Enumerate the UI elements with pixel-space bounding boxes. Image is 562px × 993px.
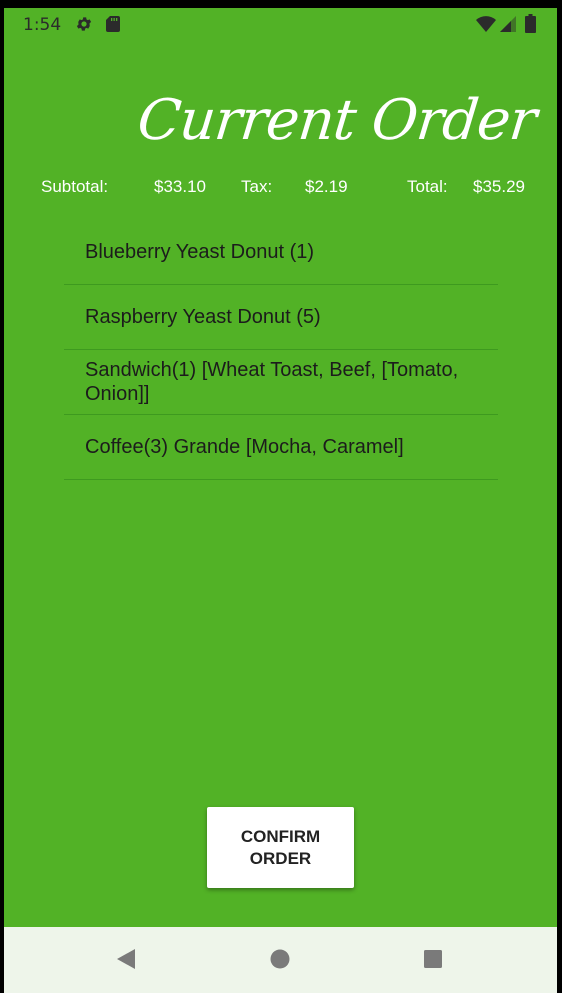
subtotal-label: Subtotal: bbox=[41, 177, 109, 196]
order-item-label: Raspberry Yeast Donut (5) bbox=[85, 306, 321, 328]
order-list: Blueberry Yeast Donut (1) Raspberry Yeas… bbox=[64, 220, 498, 480]
signal-icon bbox=[500, 16, 516, 32]
order-item-label: Blueberry Yeast Donut (1) bbox=[85, 241, 315, 263]
app-screen: 1:54 Current Order Subtotal: $33.10 Tax:… bbox=[4, 8, 557, 993]
order-item-label: Sandwich(1) [Wheat Toast, Beef, [Tomato,… bbox=[85, 359, 459, 405]
totals-row: Subtotal: $33.10 Tax: $2.19 Total: $35.2… bbox=[4, 177, 557, 201]
home-icon[interactable] bbox=[270, 949, 290, 969]
battery-icon bbox=[525, 14, 536, 33]
subtotal-value: $33.10 bbox=[154, 177, 206, 196]
confirm-order-button[interactable]: CONFIRM ORDER bbox=[207, 807, 354, 888]
recents-icon[interactable] bbox=[423, 949, 443, 969]
order-item-blueberry-donut[interactable]: Blueberry Yeast Donut (1) bbox=[64, 220, 498, 285]
total-label: Total: bbox=[407, 177, 448, 196]
status-bar: 1:54 bbox=[4, 8, 557, 40]
gear-icon bbox=[76, 17, 92, 31]
back-icon[interactable] bbox=[115, 948, 137, 970]
total-value: $35.29 bbox=[473, 177, 525, 196]
order-item-coffee[interactable]: Coffee(3) Grande [Mocha, Caramel] bbox=[64, 415, 498, 480]
order-item-raspberry-donut[interactable]: Raspberry Yeast Donut (5) bbox=[64, 285, 498, 350]
page-title: Current Order bbox=[134, 88, 539, 153]
order-item-label: Coffee(3) Grande [Mocha, Caramel] bbox=[85, 436, 404, 458]
navigation-bar bbox=[4, 927, 557, 993]
wifi-icon bbox=[476, 16, 496, 32]
status-time: 1:54 bbox=[23, 15, 62, 35]
sd-card-icon bbox=[106, 16, 120, 32]
order-item-sandwich[interactable]: Sandwich(1) [Wheat Toast, Beef, [Tomato,… bbox=[64, 350, 498, 415]
tax-label: Tax: bbox=[241, 177, 273, 196]
tax-value: $2.19 bbox=[305, 177, 348, 196]
